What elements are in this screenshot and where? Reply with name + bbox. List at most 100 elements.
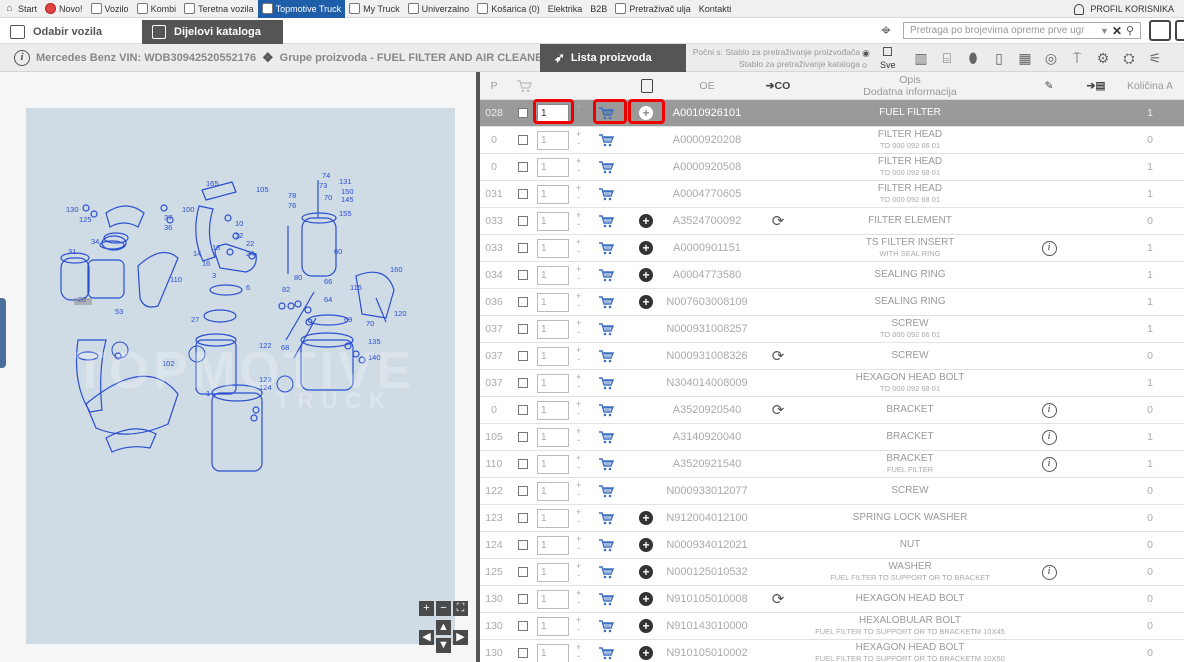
- add-to-cart-icon[interactable]: [598, 457, 615, 471]
- quantity-stepper[interactable]: + -: [576, 265, 581, 283]
- table-row[interactable]: 028 1 + - + A0010926101 FUEL FILTER 1: [480, 100, 1184, 127]
- pan-down-icon[interactable]: ▼: [436, 638, 451, 653]
- table-row[interactable]: 123 1 + - + N912004012100 SPRING LOCK WASHER 0: [480, 505, 1184, 532]
- row-checkbox[interactable]: [517, 451, 529, 477]
- oe-number[interactable]: A3520920540: [656, 397, 758, 423]
- quantity-input[interactable]: 1: [537, 320, 569, 339]
- oe-number[interactable]: N000931008326: [656, 343, 758, 369]
- nav-item-b2b[interactable]: B2B: [586, 0, 611, 18]
- diagram-part-label[interactable]: 34: [91, 237, 99, 246]
- table-row[interactable]: 0 1 + - A0000920208 FILTER HEAD TO 000 092 66 …: [480, 127, 1184, 154]
- nav-item-vozilo[interactable]: Vozilo: [87, 0, 133, 18]
- add-circle-icon[interactable]: +: [639, 592, 653, 606]
- oe-number[interactable]: N007603008109: [656, 289, 758, 315]
- add-to-cart-icon[interactable]: [598, 538, 615, 552]
- quantity-input[interactable]: 1: [537, 266, 569, 285]
- add-to-cart-icon[interactable]: [598, 214, 615, 228]
- table-row[interactable]: 037 1 + - N000931008326 ⟳ SCREW 0: [480, 343, 1184, 370]
- row-checkbox[interactable]: [517, 640, 529, 662]
- quantity-input[interactable]: 1: [537, 293, 569, 312]
- row-checkbox[interactable]: [517, 289, 529, 315]
- row-checkbox[interactable]: [517, 181, 529, 207]
- filter-cartridge-icon[interactable]: ▯: [986, 48, 1012, 68]
- nav-item-univerzalno[interactable]: Univerzalno: [404, 0, 474, 18]
- add-to-cart-icon[interactable]: [598, 133, 615, 147]
- diagram-part-label[interactable]: 24: [246, 249, 254, 258]
- diagram-drawing[interactable]: 1301251651053736100101222243631341101814…: [26, 108, 455, 644]
- quantity-stepper[interactable]: + -: [576, 427, 581, 445]
- add-to-cart-icon[interactable]: [598, 430, 615, 444]
- quantity-stepper[interactable]: + -: [576, 454, 581, 472]
- quantity-stepper[interactable]: + -: [576, 238, 581, 256]
- add-to-cart-icon[interactable]: [598, 241, 615, 255]
- diagram-part-label[interactable]: 78: [288, 191, 296, 200]
- quantity-input[interactable]: 1: [537, 131, 569, 150]
- diagram-part-label[interactable]: 120: [394, 309, 407, 318]
- add-to-cart-icon[interactable]: [598, 646, 615, 660]
- nav-item-kontakti[interactable]: Kontakti: [695, 0, 736, 18]
- diagram-part-label[interactable]: 64: [324, 295, 332, 304]
- quantity-input[interactable]: 1: [537, 482, 569, 501]
- diagram-part-label[interactable]: 82: [282, 285, 290, 294]
- oe-number[interactable]: N910143010000: [656, 613, 758, 639]
- print-icon[interactable]: [1175, 20, 1184, 41]
- oe-number[interactable]: A3524700092: [656, 208, 758, 234]
- diagram-part-label[interactable]: 69: [344, 315, 352, 324]
- table-row[interactable]: 130 1 + - + N910143010000 HEXALOBULAR BOLT FUEL…: [480, 613, 1184, 640]
- quantity-stepper[interactable]: + -: [576, 346, 581, 364]
- diagram-part-label[interactable]: 60: [334, 247, 342, 256]
- wiper-icon[interactable]: ⚟: [1142, 48, 1168, 68]
- diagram-part-label[interactable]: 100: [182, 205, 195, 214]
- add-circle-icon[interactable]: +: [639, 565, 653, 579]
- row-checkbox[interactable]: [517, 127, 529, 153]
- catalog-view-icon[interactable]: [1149, 20, 1171, 41]
- tab-lista-proizvoda[interactable]: ➶ Lista proizvoda: [540, 44, 686, 72]
- table-row[interactable]: 037 1 + - N000931008257 SCREW TO 000 092 66 01…: [480, 316, 1184, 343]
- oe-number[interactable]: A0010926101: [656, 100, 758, 126]
- pan-right-icon[interactable]: ▶: [453, 630, 468, 645]
- table-row[interactable]: 0 1 + - A3520920540 ⟳ BRACKET i 0: [480, 397, 1184, 424]
- diagram-part-label[interactable]: 16: [202, 259, 210, 268]
- quantity-stepper[interactable]: + -: [576, 184, 581, 202]
- search-icon[interactable]: ⚲: [1126, 24, 1140, 37]
- zoom-out-icon[interactable]: −: [436, 601, 451, 616]
- add-circle-icon[interactable]: +: [639, 619, 653, 633]
- add-circle-icon[interactable]: +: [639, 511, 653, 525]
- list-header-icon[interactable]: ➔▤: [1076, 72, 1116, 100]
- quantity-input[interactable]: 1: [537, 185, 569, 204]
- diagram-part-label[interactable]: 70: [324, 193, 332, 202]
- diagram-part-label[interactable]: 12: [235, 231, 243, 240]
- diagram-part-label[interactable]: 165: [206, 179, 219, 188]
- table-row[interactable]: 122 1 + - N000933012077 SCREW 0: [480, 478, 1184, 505]
- diagram-part-label[interactable]: 36: [164, 223, 172, 232]
- radiator-icon[interactable]: ▦: [1012, 48, 1038, 68]
- table-row[interactable]: 033 1 + - + A3524700092 ⟳ FILTER ELEMENT 0: [480, 208, 1184, 235]
- quantity-input[interactable]: 1: [537, 563, 569, 582]
- diagram-part-label[interactable]: 74: [322, 171, 330, 180]
- oe-number[interactable]: A0000901151: [656, 235, 758, 261]
- oe-number[interactable]: N910105010008: [656, 586, 758, 612]
- quantity-stepper[interactable]: + -: [576, 103, 581, 121]
- oe-number[interactable]: A3520921540: [656, 451, 758, 477]
- quantity-input[interactable]: 1: [537, 347, 569, 366]
- oe-number[interactable]: N000931008257: [656, 316, 758, 342]
- diagram-part-label[interactable]: 6: [246, 283, 250, 292]
- diagram-part-label[interactable]: 37: [164, 213, 172, 222]
- cross-reference-icon[interactable]: ⟳: [758, 397, 798, 423]
- oe-number[interactable]: N910105010002: [656, 640, 758, 662]
- diagram-part-label[interactable]: 66: [324, 277, 332, 286]
- nav-item-ko-arica-0[interactable]: Košarica (0): [473, 0, 544, 18]
- row-checkbox[interactable]: [517, 100, 529, 126]
- quantity-stepper[interactable]: + -: [576, 616, 581, 634]
- close-icon[interactable]: ✕: [1112, 24, 1126, 38]
- diagram-part-label[interactable]: 3: [212, 271, 216, 280]
- add-circle-icon[interactable]: +: [639, 268, 653, 282]
- add-circle-icon[interactable]: +: [639, 214, 653, 228]
- diagram-part-label[interactable]: 10: [235, 219, 243, 228]
- diagram-part-label[interactable]: 155: [339, 209, 352, 218]
- diagram-part-label[interactable]: 105: [256, 185, 269, 194]
- diagram-part-label[interactable]: 70: [366, 319, 374, 328]
- add-to-cart-icon[interactable]: [598, 322, 615, 336]
- quantity-input[interactable]: 1: [537, 590, 569, 609]
- quantity-stepper[interactable]: + -: [576, 562, 581, 580]
